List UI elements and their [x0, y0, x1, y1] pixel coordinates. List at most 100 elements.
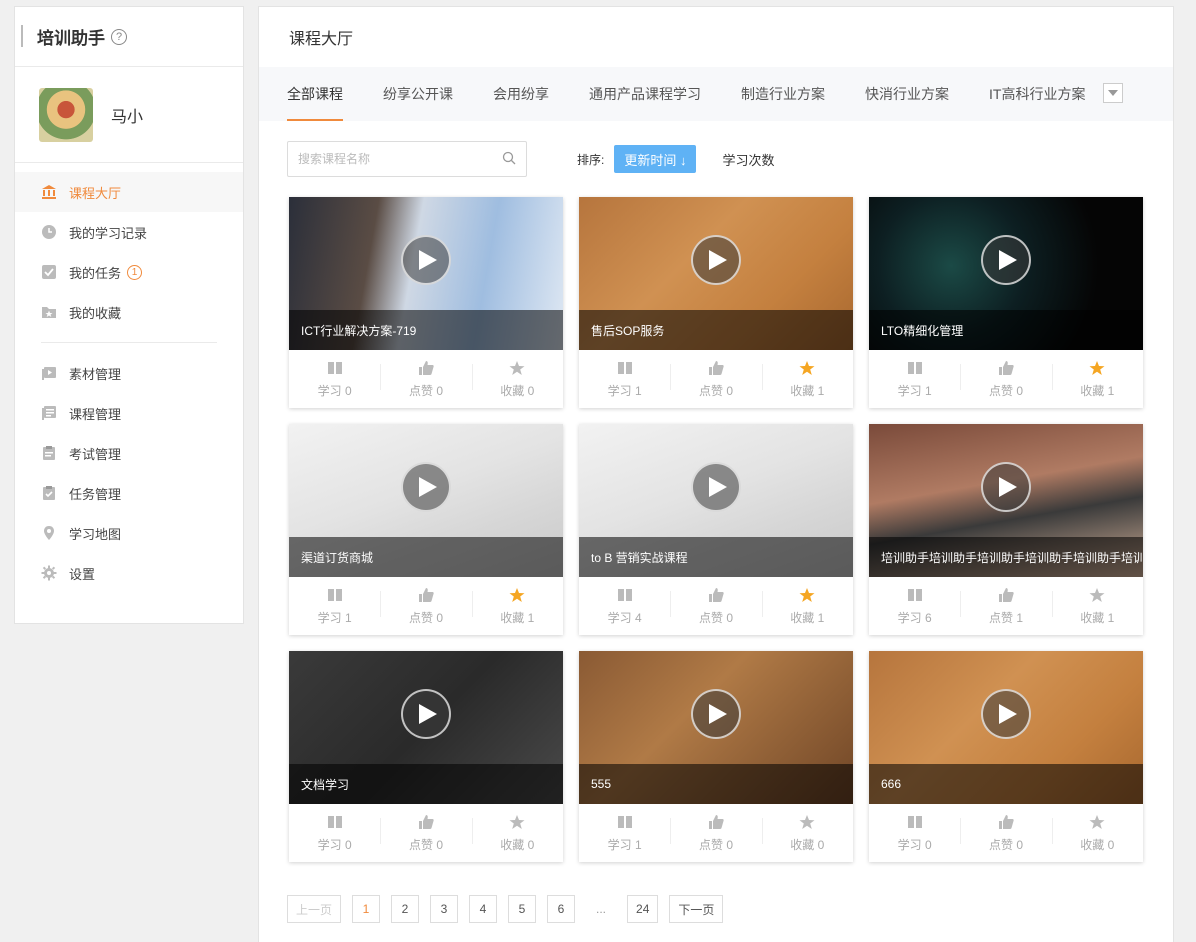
- play-icon[interactable]: [401, 235, 451, 285]
- favorite-count: 收藏 0: [500, 383, 535, 398]
- favorite-stat[interactable]: 收藏 1: [471, 587, 563, 626]
- study-stat[interactable]: 学习 1: [579, 814, 670, 853]
- search-input[interactable]: [298, 152, 502, 166]
- sidebar-item-label: 考试管理: [69, 446, 122, 462]
- course-card[interactable]: to B 营销实战课程学习 4 点赞 0 收藏 1: [579, 424, 853, 635]
- tab-manufacturing[interactable]: 制造行业方案: [741, 67, 825, 121]
- play-icon[interactable]: [401, 689, 451, 739]
- last-page-button[interactable]: 24: [627, 895, 659, 923]
- favorite-count: 收藏 1: [790, 610, 825, 625]
- course-thumbnail[interactable]: 666: [869, 651, 1143, 804]
- like-stat[interactable]: 点赞 0: [960, 814, 1051, 853]
- favorite-stat[interactable]: 收藏 0: [471, 814, 563, 853]
- course-stats: 学习 1 点赞 0 收藏 1: [289, 577, 563, 635]
- sidebar-item-materials[interactable]: 素材管理: [15, 353, 243, 393]
- course-card[interactable]: 售后SOP服务学习 1 点赞 0 收藏 1: [579, 197, 853, 408]
- course-thumbnail[interactable]: 555: [579, 651, 853, 804]
- like-stat[interactable]: 点赞 0: [960, 360, 1051, 399]
- page-button[interactable]: 4: [469, 895, 498, 923]
- favorite-stat[interactable]: 收藏 1: [1051, 587, 1143, 626]
- favorite-stat[interactable]: 收藏 1: [1051, 360, 1143, 399]
- study-stat[interactable]: 学习 0: [869, 814, 960, 853]
- course-thumbnail[interactable]: ICT行业解决方案-719: [289, 197, 563, 350]
- prev-page-button[interactable]: 上一页: [287, 895, 342, 923]
- play-icon[interactable]: [981, 689, 1031, 739]
- course-card[interactable]: LTO精细化管理 学习 1 点赞 0 收藏 1: [869, 197, 1143, 408]
- course-card[interactable]: 渠道订货商城 学习 1 点赞 0 收藏 1: [289, 424, 563, 635]
- course-title: 渠道订货商城: [289, 537, 563, 577]
- course-thumbnail[interactable]: 文档学习: [289, 651, 563, 804]
- like-stat[interactable]: 点赞 0: [670, 587, 761, 626]
- tab-general-product[interactable]: 通用产品课程学习: [589, 67, 701, 121]
- sort-by-study-count-button[interactable]: 学习次数: [722, 150, 774, 169]
- tab-it-hightech[interactable]: IT高科行业方案: [989, 67, 1085, 121]
- course-card[interactable]: 培训助手培训助手培训助手培训助手培训助手培训助手学习 6 点赞 1 收藏 1: [869, 424, 1143, 635]
- page-button[interactable]: 2: [391, 895, 420, 923]
- user-panel: 马小: [15, 67, 243, 163]
- avatar[interactable]: [39, 87, 93, 142]
- study-stat[interactable]: 学习 6: [869, 587, 960, 626]
- favorite-stat[interactable]: 收藏 0: [1051, 814, 1143, 853]
- favorite-stat[interactable]: 收藏 0: [471, 360, 563, 399]
- like-stat[interactable]: 点赞 0: [670, 814, 761, 853]
- course-card[interactable]: ICT行业解决方案-719 学习 0 点赞 0 收藏 0: [289, 197, 563, 408]
- study-stat[interactable]: 学习 0: [289, 814, 380, 853]
- sidebar-item-course-management[interactable]: 课程管理: [15, 393, 243, 433]
- page-button[interactable]: 5: [508, 895, 537, 923]
- sidebar-item-my-tasks[interactable]: 我的任务 1: [15, 252, 243, 292]
- sidebar-item-task-management[interactable]: 任务管理: [15, 473, 243, 513]
- tab-all-courses[interactable]: 全部课程: [287, 67, 343, 121]
- play-icon[interactable]: [981, 462, 1031, 512]
- favorite-stat[interactable]: 收藏 1: [761, 360, 853, 399]
- study-count: 学习 4: [607, 610, 642, 625]
- help-icon[interactable]: ?: [111, 28, 127, 45]
- course-stats: 学习 1 点赞 0 收藏 0: [579, 804, 853, 862]
- like-stat[interactable]: 点赞 0: [380, 587, 471, 626]
- sidebar-item-exam-management[interactable]: 考试管理: [15, 433, 243, 473]
- favorite-stat[interactable]: 收藏 0: [761, 814, 853, 853]
- sidebar-menu: 课程大厅 我的学习记录 我的任务 1 我的收藏 素材管理 课程管理 考试管理 任…: [15, 163, 243, 593]
- course-thumbnail[interactable]: LTO精细化管理: [869, 197, 1143, 350]
- like-stat[interactable]: 点赞 0: [670, 360, 761, 399]
- clock-icon: [41, 224, 57, 240]
- tab-public-course[interactable]: 纷享公开课: [383, 67, 453, 121]
- favorite-stat[interactable]: 收藏 1: [761, 587, 853, 626]
- course-thumbnail[interactable]: 渠道订货商城: [289, 424, 563, 577]
- sidebar-item-favorites[interactable]: 我的收藏: [15, 292, 243, 332]
- course-card[interactable]: 666 学习 0 点赞 0 收藏 0: [869, 651, 1143, 862]
- like-stat[interactable]: 点赞 0: [380, 360, 471, 399]
- play-icon[interactable]: [981, 235, 1031, 285]
- tabs-more-dropdown[interactable]: [1103, 83, 1123, 103]
- like-stat[interactable]: 点赞 0: [380, 814, 471, 853]
- sort-by-update-time-button[interactable]: 更新时间 ↓: [614, 145, 697, 173]
- play-icon[interactable]: [691, 689, 741, 739]
- next-page-button[interactable]: 下一页: [669, 895, 724, 923]
- like-stat[interactable]: 点赞 1: [960, 587, 1051, 626]
- page-button[interactable]: 3: [430, 895, 459, 923]
- play-icon[interactable]: [691, 235, 741, 285]
- sidebar-item-study-record[interactable]: 我的学习记录: [15, 212, 243, 252]
- sidebar-item-settings[interactable]: 设置: [15, 553, 243, 593]
- course-card[interactable]: 文档学习学习 0 点赞 0 收藏 0: [289, 651, 563, 862]
- course-thumbnail[interactable]: 售后SOP服务: [579, 197, 853, 350]
- study-stat[interactable]: 学习 1: [869, 360, 960, 399]
- study-stat[interactable]: 学习 0: [289, 360, 380, 399]
- play-icon[interactable]: [691, 462, 741, 512]
- study-stat[interactable]: 学习 4: [579, 587, 670, 626]
- study-stat[interactable]: 学习 1: [289, 587, 380, 626]
- search-icon[interactable]: [502, 151, 516, 168]
- course-card[interactable]: 555 学习 1 点赞 0 收藏 0: [579, 651, 853, 862]
- study-count: 学习 6: [897, 610, 932, 625]
- study-count: 学习 0: [897, 837, 932, 852]
- page-button[interactable]: 1: [352, 895, 381, 923]
- sidebar-item-learning-map[interactable]: 学习地图: [15, 513, 243, 553]
- course-stats: 学习 1 点赞 0 收藏 1: [869, 350, 1143, 408]
- course-thumbnail[interactable]: 培训助手培训助手培训助手培训助手培训助手培训助手: [869, 424, 1143, 577]
- study-stat[interactable]: 学习 1: [579, 360, 670, 399]
- sidebar-item-course-hall[interactable]: 课程大厅: [15, 172, 243, 212]
- course-thumbnail[interactable]: to B 营销实战课程: [579, 424, 853, 577]
- tab-use-fxiaoke[interactable]: 会用纷享: [493, 67, 549, 121]
- play-icon[interactable]: [401, 462, 451, 512]
- page-button[interactable]: 6: [547, 895, 576, 923]
- tab-fmcg[interactable]: 快消行业方案: [865, 67, 949, 121]
